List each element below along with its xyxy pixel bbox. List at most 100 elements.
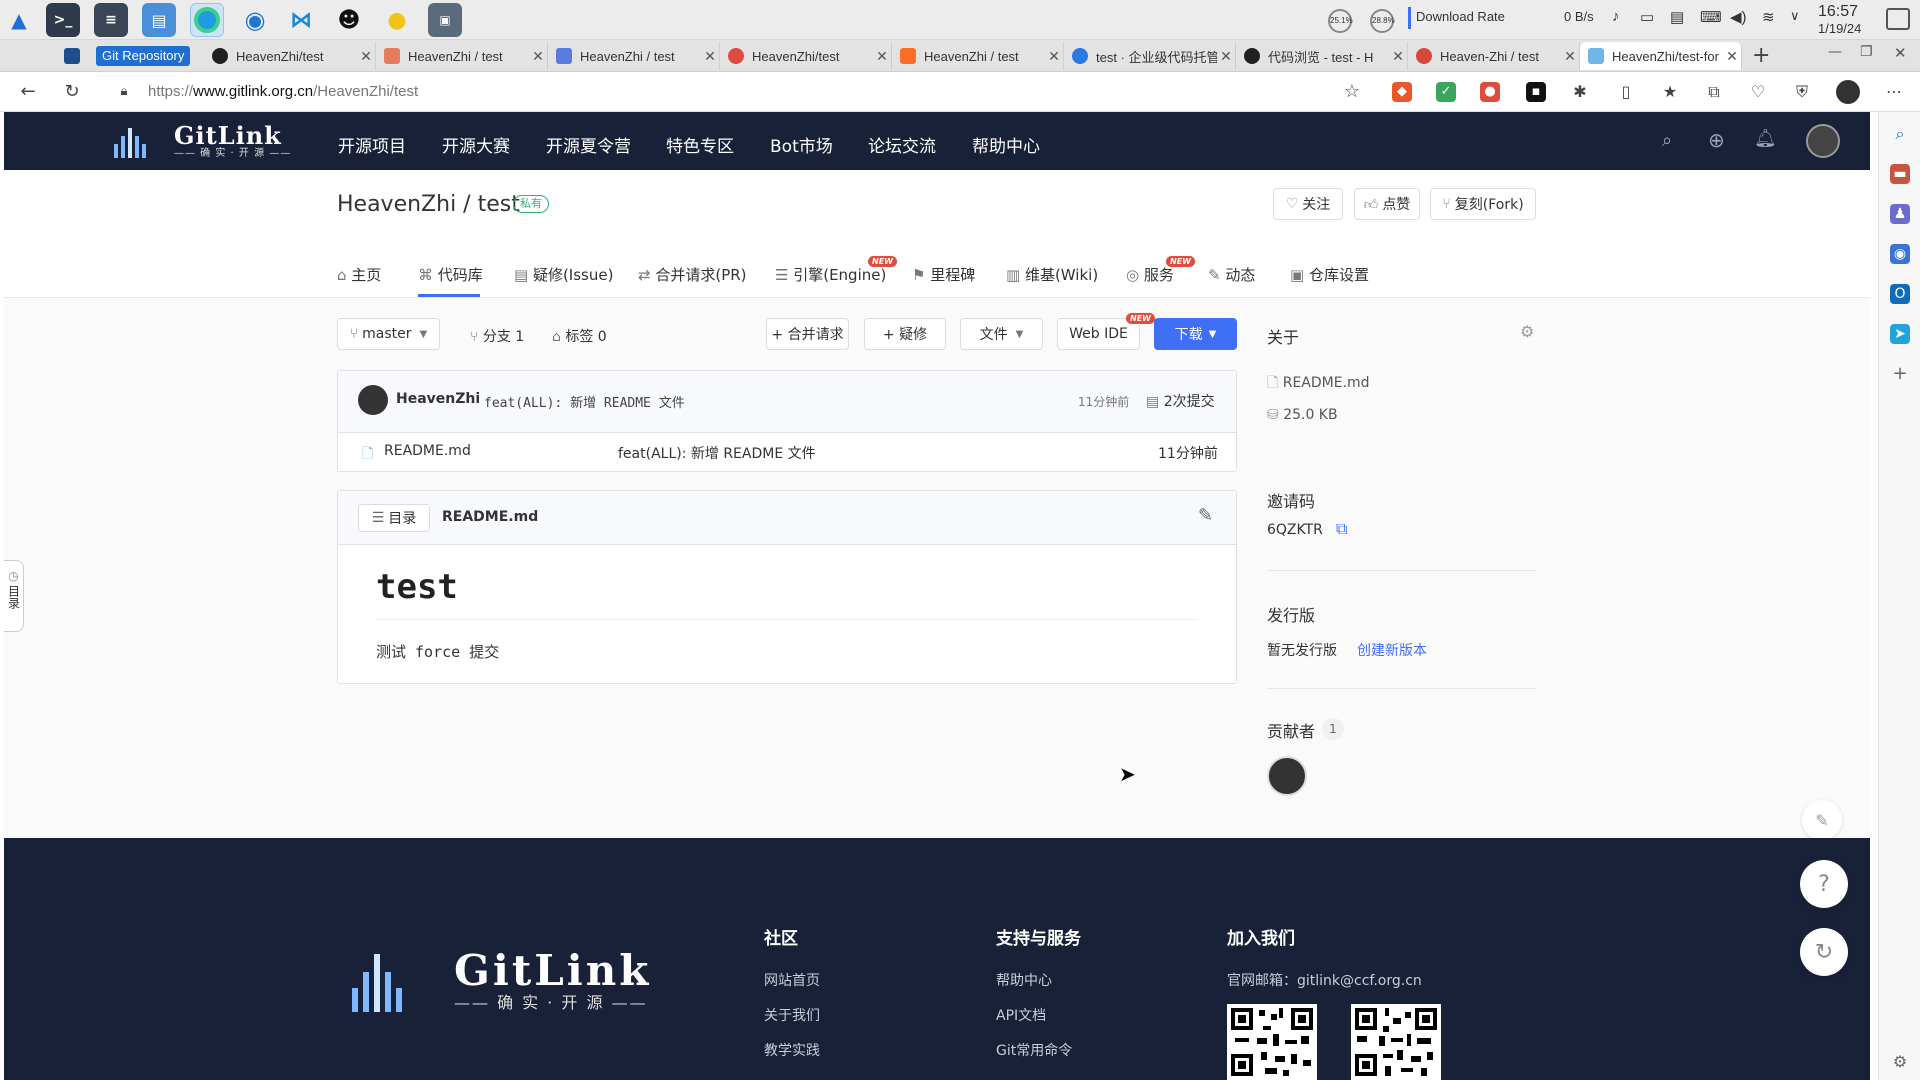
browser-tab-coding[interactable]: test · 企业级代码托管 ✕: [1064, 42, 1236, 70]
clock-time[interactable]: 16:57: [1818, 3, 1858, 21]
performance-icon[interactable]: ♡: [1746, 80, 1770, 104]
screenshot-app-icon[interactable]: ▣: [428, 3, 462, 37]
contributor-avatar[interactable]: [1267, 756, 1307, 796]
sidebar-telegram-icon[interactable]: ➤: [1890, 324, 1910, 344]
tab-pull-requests[interactable]: ⇄ 合并请求(PR): [638, 264, 747, 285]
tab-home[interactable]: ⌂ 主页: [337, 264, 381, 285]
close-window-button[interactable]: ✕: [1894, 44, 1907, 62]
new-pr-button[interactable]: + 合并请求: [766, 318, 849, 350]
tags-link[interactable]: ⌂ 标签 0: [552, 326, 607, 346]
star-button[interactable]: 👍︎ 点赞: [1354, 188, 1420, 220]
nav-help-center[interactable]: 帮助中心: [972, 132, 1040, 157]
sidebar-search-icon[interactable]: ⌕: [1890, 124, 1910, 144]
memory-usage-indicator[interactable]: 28.8%: [1370, 9, 1395, 33]
file-name[interactable]: README.md: [384, 443, 471, 459]
maximize-window-button[interactable]: ❐: [1860, 44, 1873, 60]
about-readme-link[interactable]: 🗋︎ README.md: [1267, 372, 1370, 396]
nav-summer-camp[interactable]: 开源夏令营: [546, 132, 631, 157]
branch-select[interactable]: ⑂ master ▼: [337, 318, 440, 350]
browser-tab-gitee[interactable]: HeavenZhi / test ✕: [376, 42, 548, 70]
favorite-star-icon[interactable]: ☆: [1340, 80, 1364, 104]
clock-date[interactable]: 1/19/24: [1818, 21, 1861, 36]
help-question-icon[interactable]: ?: [1800, 860, 1848, 908]
vscode-icon[interactable]: ⋈: [284, 3, 318, 37]
record-extension-icon[interactable]: ●: [1480, 82, 1500, 102]
edit-icon[interactable]: ✎: [1198, 505, 1213, 526]
user-avatar[interactable]: [1806, 124, 1840, 158]
tab-issues[interactable]: ▤ 疑修(Issue): [514, 264, 613, 285]
split-screen-icon[interactable]: ▯: [1614, 80, 1638, 104]
cpu-usage-indicator[interactable]: 25.1%: [1328, 9, 1353, 33]
side-toc-tab[interactable]: ◷ 目录: [4, 560, 24, 632]
reload-icon[interactable]: ↻: [60, 80, 84, 104]
commit-message[interactable]: feat(ALL): 新增 README 文件: [484, 392, 685, 411]
close-tab-icon[interactable]: ✕: [1389, 48, 1407, 65]
feedback-float-icon[interactable]: ✎: [1802, 800, 1842, 840]
tab-services[interactable]: ◎ 服务: [1126, 264, 1174, 285]
download-button[interactable]: 下载 ▼: [1154, 318, 1237, 350]
system-monitor-icon[interactable]: ≡: [94, 3, 128, 37]
commit-author-avatar[interactable]: [358, 385, 388, 415]
tab-settings[interactable]: ▣ 仓库设置: [1290, 264, 1369, 285]
close-tab-icon[interactable]: ✕: [1561, 48, 1579, 65]
sidebar-shopping-icon[interactable]: ▬: [1890, 164, 1910, 184]
qq-icon[interactable]: ☻: [332, 3, 366, 37]
nav-open-projects[interactable]: 开源项目: [338, 132, 406, 157]
lock-icon[interactable]: 🔒︎: [112, 80, 136, 104]
nav-bot-market[interactable]: Bot市场: [770, 132, 833, 157]
commit-count-link[interactable]: ▤ 2次提交: [1146, 391, 1215, 411]
browser-tab-gitcode[interactable]: HeavenZhi / test ✕: [548, 42, 720, 70]
close-tab-icon[interactable]: ✕: [357, 48, 375, 65]
nav-forum[interactable]: 论坛交流: [868, 132, 936, 157]
notifications-tray-icon[interactable]: ♪: [1612, 8, 1620, 25]
minimize-window-button[interactable]: —: [1828, 44, 1842, 60]
refresh-float-icon[interactable]: ↻: [1800, 928, 1848, 976]
back-arrow-icon[interactable]: ←: [16, 80, 40, 104]
close-tab-icon[interactable]: ✕: [529, 48, 547, 65]
close-tab-icon[interactable]: ✕: [1045, 48, 1063, 65]
tab-code[interactable]: ⌘ 代码库: [418, 264, 483, 285]
footer-email[interactable]: 官网邮箱：gitlink@ccf.org.cn: [1227, 970, 1422, 990]
close-tab-icon[interactable]: ✕: [1723, 48, 1741, 65]
browser-tab-gitea[interactable]: HeavenZhi/test ✕: [720, 42, 892, 70]
show-desktop-button[interactable]: [1886, 8, 1910, 30]
arch-logo-icon[interactable]: ▲: [2, 3, 36, 37]
commit-author[interactable]: HeavenZhi: [396, 391, 480, 407]
footer-link-about[interactable]: 关于我们: [764, 1005, 820, 1025]
bell-icon[interactable]: 🔔︎: [1754, 128, 1777, 149]
wifi-icon[interactable]: ≋: [1762, 8, 1775, 26]
footer-logo[interactable]: GitLink —— 确 实 · 开 源 ——: [352, 950, 651, 1014]
sidebar-settings-icon[interactable]: ⚙: [1890, 1052, 1910, 1072]
footer-link-home[interactable]: 网站首页: [764, 970, 820, 990]
table-row[interactable]: 🗋︎ README.md feat(ALL): 新增 README 文件 11分…: [338, 433, 1236, 471]
tab-engine[interactable]: ☰ 引擎(Engine): [775, 264, 886, 285]
more-menu-icon[interactable]: ⋯: [1882, 80, 1906, 104]
terminal-icon[interactable]: >_: [46, 3, 80, 37]
display-tray-icon[interactable]: ▭: [1640, 8, 1654, 26]
tab-wiki[interactable]: ▥ 维基(Wiki): [1006, 264, 1098, 285]
music-icon[interactable]: ●: [380, 3, 414, 37]
search-icon[interactable]: ⌕: [1662, 130, 1672, 151]
clipboard-tray-icon[interactable]: ▤: [1670, 8, 1684, 26]
add-circle-icon[interactable]: ⊕: [1708, 128, 1725, 152]
volume-icon[interactable]: ◀): [1730, 8, 1747, 26]
sidebar-tools-icon[interactable]: ♟: [1890, 204, 1910, 224]
gitlink-logo[interactable]: GitLink —— 确 实 · 开 源 ——: [114, 124, 291, 160]
tab-activity[interactable]: ✎ 动态: [1208, 264, 1255, 285]
url-field[interactable]: https://www.gitlink.org.cn/HeavenZhi/tes…: [148, 83, 418, 100]
watch-button[interactable]: ♡ 关注: [1273, 188, 1343, 220]
close-tab-icon[interactable]: ✕: [1217, 48, 1235, 65]
tab-group-git-repository[interactable]: Git Repository: [96, 46, 191, 66]
browser-tab-gitlink-active[interactable]: HeavenZhi/test-for ✕: [1580, 42, 1742, 70]
repo-title[interactable]: HeavenZhi / test: [337, 192, 520, 217]
branches-link[interactable]: ⑂ 分支 1: [470, 326, 524, 346]
toc-button[interactable]: ☰ 目录: [358, 504, 430, 532]
new-issue-button[interactable]: + 疑修: [864, 318, 946, 350]
sidebar-games-icon[interactable]: ◉: [1890, 244, 1910, 264]
browser-tab-gitee-2[interactable]: Heaven-Zhi / test ✕: [1408, 42, 1580, 70]
tray-expand-icon[interactable]: ∨: [1790, 8, 1800, 24]
favorites-icon[interactable]: ★: [1658, 80, 1682, 104]
create-release-link[interactable]: 创建新版本: [1357, 640, 1427, 660]
close-tab-icon[interactable]: ✕: [701, 48, 719, 65]
profile-avatar[interactable]: [1836, 80, 1860, 104]
